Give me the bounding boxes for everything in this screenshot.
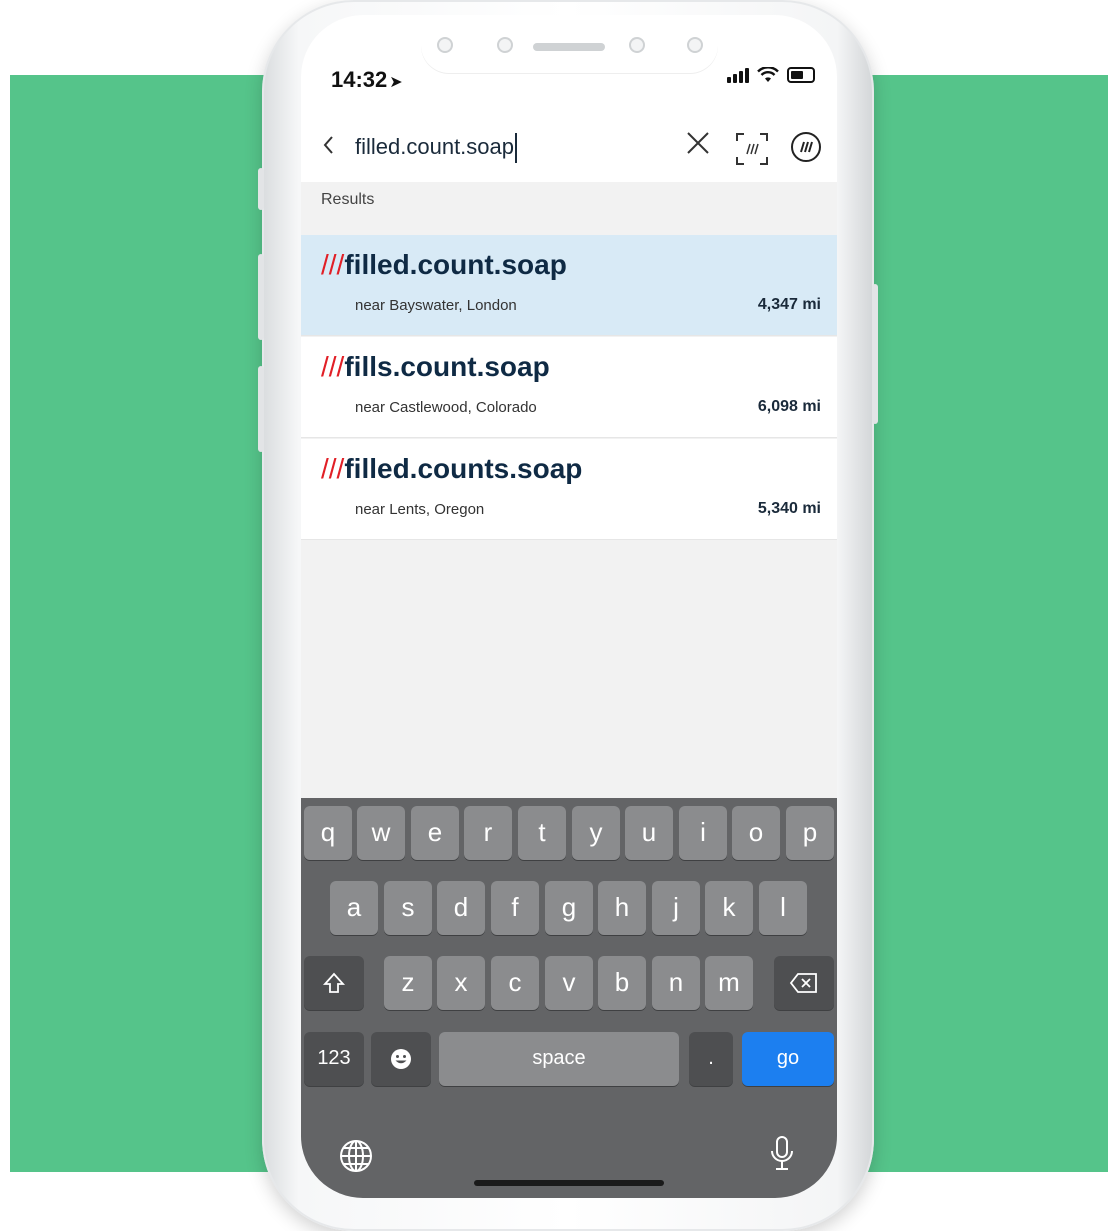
result-near: near Castlewood, Colorado bbox=[355, 399, 537, 416]
status-icons bbox=[727, 67, 815, 83]
w3w-logo-button[interactable] bbox=[791, 132, 821, 162]
phone-screen: 14:32 ➤ filled.count.soap Results ///fil… bbox=[301, 15, 837, 1198]
result-words: filled.counts.soap bbox=[344, 453, 583, 484]
speaker-grille bbox=[533, 43, 605, 51]
wifi-icon bbox=[757, 67, 779, 82]
slashes-icon: /// bbox=[321, 351, 345, 382]
battery-icon bbox=[787, 67, 815, 83]
result-address: ///fills.count.soap bbox=[321, 351, 550, 383]
text-caret bbox=[515, 133, 517, 164]
camera-icon bbox=[629, 37, 645, 53]
delete-key[interactable] bbox=[774, 956, 834, 1010]
microphone-icon[interactable] bbox=[769, 1135, 795, 1175]
slashes-icon: /// bbox=[321, 453, 345, 484]
shift-icon bbox=[322, 972, 346, 993]
result-address: ///filled.counts.soap bbox=[321, 453, 582, 485]
emoji-icon bbox=[391, 1049, 411, 1069]
home-indicator[interactable] bbox=[474, 1180, 664, 1186]
w3w-logo-icon bbox=[800, 141, 813, 153]
key-i[interactable]: i bbox=[679, 806, 727, 860]
sensor-icon bbox=[687, 37, 703, 53]
result-distance: 6,098 mi bbox=[757, 398, 821, 415]
result-near: near Bayswater, London bbox=[355, 297, 517, 314]
key-e[interactable]: e bbox=[411, 806, 459, 860]
emoji-key[interactable] bbox=[371, 1032, 431, 1086]
result-distance: 5,340 mi bbox=[757, 500, 821, 517]
keyboard: q w e r t y u i o p a s d f g h j k l z … bbox=[301, 798, 837, 1198]
key-n[interactable]: n bbox=[652, 956, 700, 1010]
space-key[interactable]: space bbox=[439, 1032, 679, 1086]
key-q[interactable]: q bbox=[304, 806, 352, 860]
result-address: ///filled.count.soap bbox=[321, 249, 567, 281]
close-icon bbox=[687, 132, 709, 154]
result-item[interactable]: ///filled.count.soap near Bayswater, Lon… bbox=[301, 235, 837, 336]
search-bar: filled.count.soap bbox=[301, 110, 837, 182]
scan-icon bbox=[736, 133, 768, 165]
keyboard-bottom-bar bbox=[301, 1121, 837, 1198]
mute-switch bbox=[258, 168, 264, 210]
numbers-key[interactable]: 123 bbox=[304, 1032, 364, 1086]
key-k[interactable]: k bbox=[705, 881, 753, 935]
result-words: fills.count.soap bbox=[344, 351, 550, 382]
slashes-icon: /// bbox=[321, 249, 345, 280]
location-arrow-icon: ➤ bbox=[389, 74, 403, 91]
result-item[interactable]: ///filled.counts.soap near Lents, Oregon… bbox=[301, 439, 837, 540]
notch bbox=[421, 15, 718, 73]
key-a[interactable]: a bbox=[330, 881, 378, 935]
key-p[interactable]: p bbox=[786, 806, 834, 860]
key-r[interactable]: r bbox=[464, 806, 512, 860]
key-l[interactable]: l bbox=[759, 881, 807, 935]
volume-down-button bbox=[258, 366, 264, 452]
result-near: near Lents, Oregon bbox=[355, 501, 485, 518]
key-b[interactable]: b bbox=[598, 956, 646, 1010]
key-d[interactable]: d bbox=[437, 881, 485, 935]
time-text: 14:32 bbox=[331, 67, 388, 92]
key-f[interactable]: f bbox=[491, 881, 539, 935]
search-input-value: filled.count.soap bbox=[355, 134, 514, 159]
shift-key[interactable] bbox=[304, 956, 364, 1010]
key-h[interactable]: h bbox=[598, 881, 646, 935]
back-button[interactable] bbox=[321, 132, 335, 163]
backspace-icon bbox=[789, 973, 817, 993]
volume-up-button bbox=[258, 254, 264, 340]
key-o[interactable]: o bbox=[732, 806, 780, 860]
key-v[interactable]: v bbox=[545, 956, 593, 1010]
status-bar: 14:32 ➤ bbox=[301, 15, 837, 110]
key-z[interactable]: z bbox=[384, 956, 432, 1010]
key-g[interactable]: g bbox=[545, 881, 593, 935]
search-input[interactable]: filled.count.soap bbox=[355, 130, 675, 164]
clear-search-button[interactable] bbox=[685, 130, 711, 162]
key-c[interactable]: c bbox=[491, 956, 539, 1010]
key-x[interactable]: x bbox=[437, 956, 485, 1010]
cellular-signal-icon bbox=[727, 68, 749, 83]
status-time: 14:32 ➤ bbox=[331, 67, 403, 93]
result-distance: 4,347 mi bbox=[757, 296, 821, 313]
key-t[interactable]: t bbox=[518, 806, 566, 860]
key-w[interactable]: w bbox=[357, 806, 405, 860]
sensor-icon bbox=[437, 37, 453, 53]
result-words: filled.count.soap bbox=[344, 249, 567, 280]
key-u[interactable]: u bbox=[625, 806, 673, 860]
key-j[interactable]: j bbox=[652, 881, 700, 935]
key-m[interactable]: m bbox=[705, 956, 753, 1010]
sensor-icon bbox=[497, 37, 513, 53]
key-s[interactable]: s bbox=[384, 881, 432, 935]
power-button bbox=[872, 284, 878, 424]
scan-button[interactable] bbox=[735, 132, 768, 165]
globe-icon[interactable] bbox=[339, 1139, 373, 1173]
key-y[interactable]: y bbox=[572, 806, 620, 860]
go-key[interactable]: go bbox=[742, 1032, 834, 1086]
chevron-left-icon bbox=[323, 136, 333, 154]
results-heading: Results bbox=[321, 191, 375, 208]
result-item[interactable]: ///fills.count.soap near Castlewood, Col… bbox=[301, 337, 837, 438]
period-key[interactable]: . bbox=[689, 1032, 733, 1086]
